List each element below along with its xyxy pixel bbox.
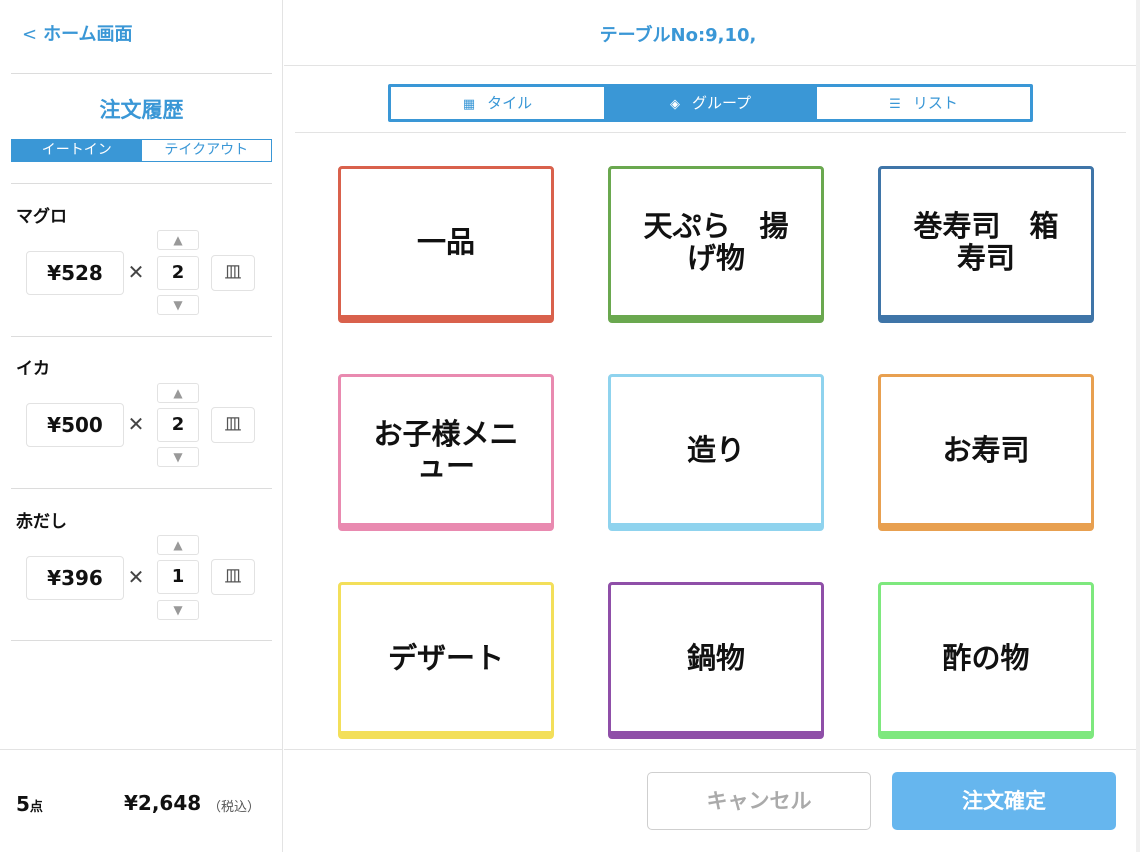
back-home-label: ホーム画面 (43, 24, 133, 45)
order-item-price: ¥500 (26, 403, 124, 447)
qty-increase-button[interactable]: ▲ (157, 383, 199, 403)
order-history-title: 注文履歴 (99, 98, 184, 122)
group-tile-label: 天ぷら 揚げ物 (643, 209, 789, 275)
tab-tile-label: タイル (487, 94, 533, 112)
divider (11, 640, 272, 641)
order-item-qty: 2 (157, 408, 199, 442)
view-mode-tabs: ▦ タイル ◈ グループ ☰ リスト (388, 84, 1033, 122)
group-tile[interactable]: 巻寿司 箱寿司 (878, 166, 1094, 323)
qty-increase-button[interactable]: ▲ (157, 535, 199, 555)
order-item-qty: 2 (157, 256, 199, 290)
tab-group[interactable]: ◈ グループ (604, 87, 817, 119)
order-item-price: ¥528 (26, 251, 124, 295)
tax-included-note: （税込） (208, 800, 261, 815)
dining-mode-toggle: イートイン テイクアウト (11, 139, 272, 162)
tab-tile[interactable]: ▦ タイル (391, 87, 604, 119)
group-tile-label: 造り (686, 433, 745, 467)
group-tile-label: 酢の物 (942, 641, 1030, 675)
list-icon: ☰ (889, 97, 901, 112)
scrollbar[interactable] (1136, 0, 1140, 852)
confirm-order-button[interactable]: 注文確定 (892, 772, 1116, 830)
group-tile[interactable]: デザート (338, 582, 554, 739)
group-tile-label: 鍋物 (686, 641, 745, 675)
order-item-name: マグロ (16, 207, 67, 227)
delete-item-button[interactable]: 皿 (211, 559, 255, 595)
delete-item-button[interactable]: 皿 (211, 407, 255, 443)
order-item-name: 赤だし (16, 512, 67, 532)
layers-icon: ◈ (669, 97, 680, 112)
group-tile-label: 巻寿司 箱寿司 (913, 209, 1059, 275)
group-tile[interactable]: 一品 (338, 166, 554, 323)
group-tile-label: 一品 (416, 225, 475, 259)
qty-decrease-button[interactable]: ▼ (157, 447, 199, 467)
item-count-unit: 点 (29, 800, 43, 815)
tab-list[interactable]: ☰ リスト (817, 87, 1030, 119)
tab-list-label: リスト (912, 94, 958, 112)
order-item-qty: 1 (157, 560, 199, 594)
qty-decrease-button[interactable]: ▼ (157, 295, 199, 315)
divider (295, 132, 1126, 133)
cancel-button[interactable]: キャンセル (647, 772, 871, 830)
table-number: テーブルNo:9,10, (599, 25, 757, 46)
divider (11, 488, 272, 489)
segment-eat-in[interactable]: イートイン (12, 140, 142, 161)
group-tile[interactable]: お子様メニュー (338, 374, 554, 531)
group-tile[interactable]: 鍋物 (608, 582, 824, 739)
item-count: 5点 (16, 792, 43, 816)
group-tile-label: デザート (387, 641, 504, 675)
divider (11, 336, 272, 337)
qty-decrease-button[interactable]: ▼ (157, 600, 199, 620)
order-summary: 5点 ¥2,648 （税込） (0, 749, 283, 852)
item-count-value: 5 (16, 792, 30, 816)
segment-takeout[interactable]: テイクアウト (142, 140, 272, 161)
grid-icon: ▦ (462, 97, 476, 112)
multiply-icon: ✕ (127, 565, 145, 589)
delete-item-button[interactable]: 皿 (211, 255, 255, 291)
order-total: ¥2,648 (124, 791, 202, 815)
multiply-icon: ✕ (127, 260, 145, 284)
group-tile[interactable]: 天ぷら 揚げ物 (608, 166, 824, 323)
order-item-name: イカ (16, 359, 50, 379)
multiply-icon: ✕ (127, 412, 145, 436)
divider (11, 183, 272, 184)
group-tile[interactable]: お寿司 (878, 374, 1094, 531)
order-item-price: ¥396 (26, 556, 124, 600)
group-tile[interactable]: 造り (608, 374, 824, 531)
chevron-left-icon: < (22, 24, 38, 45)
top-bar: テーブルNo:9,10, (284, 0, 1140, 66)
divider (11, 73, 272, 74)
group-tile[interactable]: 酢の物 (878, 582, 1094, 739)
group-tile-label: お寿司 (942, 433, 1030, 467)
back-home-link[interactable]: < ホーム画面 (22, 20, 133, 46)
group-tile-label: お子様メニュー (373, 417, 519, 483)
order-history-sidebar: < ホーム画面 注文履歴 イートイン テイクアウト マグロ ¥528 ✕ ▲ 2 … (0, 0, 283, 852)
qty-increase-button[interactable]: ▲ (157, 230, 199, 250)
tab-group-label: グループ (691, 94, 752, 112)
